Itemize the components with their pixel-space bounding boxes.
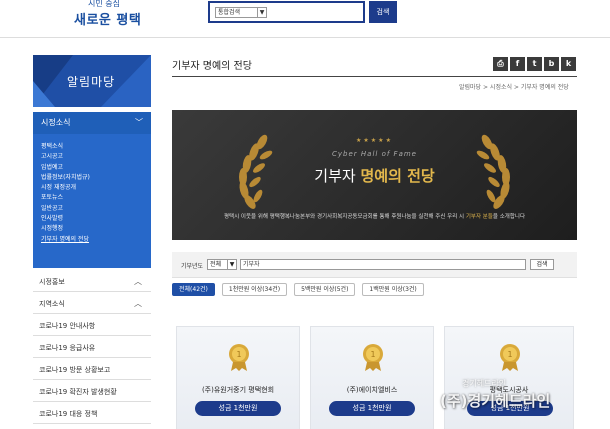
sidebar-item-label: 시정홍보 xyxy=(39,278,65,286)
hero-title-gold: 명예의 전당 xyxy=(360,167,435,185)
facebook-icon[interactable]: f xyxy=(510,57,525,71)
site-header: 시민 중심 새로운 평택 통합검색 ▼ 검색 xyxy=(0,0,610,38)
hall-of-fame-banner: ★★★★★ Cyber Hall of Fame 기부자 명예의 전당 평택시 … xyxy=(172,110,577,240)
sidebar-menu-head-label: 시정소식 xyxy=(41,118,71,127)
chevron-up-icon: ︿ xyxy=(134,299,142,308)
watermark-logo: (주)경기헤드라인 xyxy=(440,392,551,410)
donor-card[interactable]: 1 (주)에이치엘비스 성금 1천만원 xyxy=(310,326,434,429)
tab-1m-plus[interactable]: 1백만원 이상(3건) xyxy=(362,283,424,296)
tab-10m-plus[interactable]: 1천만원 이상(34건) xyxy=(221,283,288,296)
chevron-down-icon: ﹀ xyxy=(135,118,143,127)
sidebar-item-label: 코로나19 안내사항 xyxy=(39,322,96,330)
share-toolbar: ⎙ f t b k xyxy=(493,57,576,71)
sidebar-subitem[interactable]: 일반공고 xyxy=(41,204,151,214)
hero-desc-tail: 을 소개합니다 xyxy=(492,214,526,220)
sidebar-subitem[interactable]: 법률정보(자치법규) xyxy=(41,173,151,183)
sidebar-item-covid-cases[interactable]: 코로나19 확진자 발생현황 xyxy=(33,382,151,402)
sidebar-submenu: 평택소식 고시공고 입법예고 법률정보(자치법규) 시정 재정공개 포토뉴스 일… xyxy=(33,134,151,268)
chevron-down-icon: ▼ xyxy=(257,8,266,17)
sidebar-subitem[interactable]: 입법예고 xyxy=(41,163,151,173)
chevron-down-icon: ▼ xyxy=(227,260,236,269)
sidebar-item-covid-emergency[interactable]: 코로나19 응급사유 xyxy=(33,338,151,358)
filter-search-button[interactable]: 검색 xyxy=(530,259,554,270)
sidebar-banner: 알림마당 xyxy=(33,55,151,107)
search-box[interactable]: 통합검색 ▼ xyxy=(208,1,365,23)
kakao-icon[interactable]: k xyxy=(561,57,576,71)
sidebar-subitem-active[interactable]: 기부자 명예의 전당 xyxy=(41,235,151,245)
svg-text:1: 1 xyxy=(370,350,375,359)
sidebar-subitem[interactable]: 포토뉴스 xyxy=(41,193,151,203)
svg-text:1: 1 xyxy=(507,350,512,359)
sidebar-subitem[interactable]: 인사발령 xyxy=(41,214,151,224)
watermark-small: 경기헤드라인 xyxy=(462,379,507,388)
medal-icon: 1 xyxy=(363,344,383,371)
search-category-value: 통합검색 xyxy=(218,9,241,16)
sidebar-item-label: 코로나19 응급사유 xyxy=(39,344,96,352)
donor-name: (주)유원거중기 평택현회 xyxy=(201,386,275,394)
filter-year-select[interactable]: 전체 ▼ xyxy=(207,259,237,270)
blog-icon[interactable]: b xyxy=(544,57,559,71)
sidebar-item-label: 코로나19 방문 상황보고 xyxy=(39,366,111,374)
search-category-select[interactable]: 통합검색 ▼ xyxy=(215,7,267,18)
star-rating-icon: ★★★★★ xyxy=(356,137,393,144)
title-divider xyxy=(172,76,577,77)
sidebar-subitem[interactable]: 평택소식 xyxy=(41,142,151,152)
sidebar-item-covid-policy[interactable]: 코로나19 대응 정책 xyxy=(33,404,151,424)
sidebar-item-covid-report[interactable]: 코로나19 방문 상황보고 xyxy=(33,360,151,380)
donor-name: (주)에이치엘비스 xyxy=(346,386,398,394)
sidebar-title: 알림마당 xyxy=(67,75,116,89)
chevron-up-icon: ︿ xyxy=(134,277,142,286)
filter-bar: 기부년도 전체 ▼ 기부자 검색 xyxy=(172,252,577,278)
hero-title: 기부자 명예의 전당 xyxy=(172,165,577,186)
sidebar-subitem[interactable]: 시정 재정공개 xyxy=(41,183,151,193)
page-title: 기부자 명예의 전당 xyxy=(172,61,252,72)
donor-search-input[interactable]: 기부자 xyxy=(240,259,526,270)
sidebar-menu-head[interactable]: 시정소식 ﹀ xyxy=(33,112,151,134)
tab-5m-plus[interactable]: 5백만원 이상(5건) xyxy=(294,283,356,296)
hero-description: 평택시 이웃을 위해 평택행복나눔본부와 경기사회복지공동모금회를 통해 후원나… xyxy=(172,212,577,220)
sidebar-item-label: 코로나19 대응 정책 xyxy=(39,410,98,418)
logo-tagline: 시민 중심 xyxy=(88,0,120,8)
sidebar-item-label: 지역소식 xyxy=(39,300,65,308)
sidebar-subitem[interactable]: 시정행정 xyxy=(41,224,151,234)
sidebar-subitem[interactable]: 고시공고 xyxy=(41,152,151,162)
breadcrumb: 알림마당 > 시정소식 > 기부자 명예의 전당 xyxy=(459,84,569,91)
filter-year-value: 전체 xyxy=(210,261,222,268)
sidebar-item-covid-info[interactable]: 코로나19 안내사항 xyxy=(33,316,151,336)
logo[interactable]: 새로운 평택 xyxy=(74,9,141,28)
medal-icon: 1 xyxy=(229,344,249,371)
sidebar-item-label: 코로나19 확진자 발생현황 xyxy=(39,388,117,396)
hero-desc-gold: 기부자 분들 xyxy=(465,214,493,220)
sidebar-item-promo[interactable]: 시정홍보 ︿ xyxy=(33,272,151,292)
print-icon[interactable]: ⎙ xyxy=(493,57,508,71)
donation-badge: 성금 1천만원 xyxy=(195,401,281,416)
search-button[interactable]: 검색 xyxy=(369,1,397,23)
donation-badge: 성금 1천만원 xyxy=(329,401,415,416)
banner-decoration xyxy=(33,81,55,107)
medal-icon: 1 xyxy=(500,344,520,371)
amount-tabs: 전체(42건) 1천만원 이상(34건) 5백만원 이상(5건) 1백만원 이상… xyxy=(172,283,431,296)
svg-text:1: 1 xyxy=(236,350,241,359)
filter-year-label: 기부년도 xyxy=(181,263,204,270)
twitter-icon[interactable]: t xyxy=(527,57,542,71)
hero-subtitle: Cyber Hall of Fame xyxy=(332,150,417,158)
hero-title-plain: 기부자 xyxy=(314,167,361,185)
sidebar-item-local-news[interactable]: 지역소식 ︿ xyxy=(33,294,151,314)
donor-card[interactable]: 1 (주)유원거중기 평택현회 성금 1천만원 xyxy=(176,326,300,429)
hero-desc-plain: 평택시 이웃을 위해 평택행복나눔본부와 경기사회복지공동모금회를 통해 후원나… xyxy=(223,214,466,220)
tab-all[interactable]: 전체(42건) xyxy=(172,283,215,296)
